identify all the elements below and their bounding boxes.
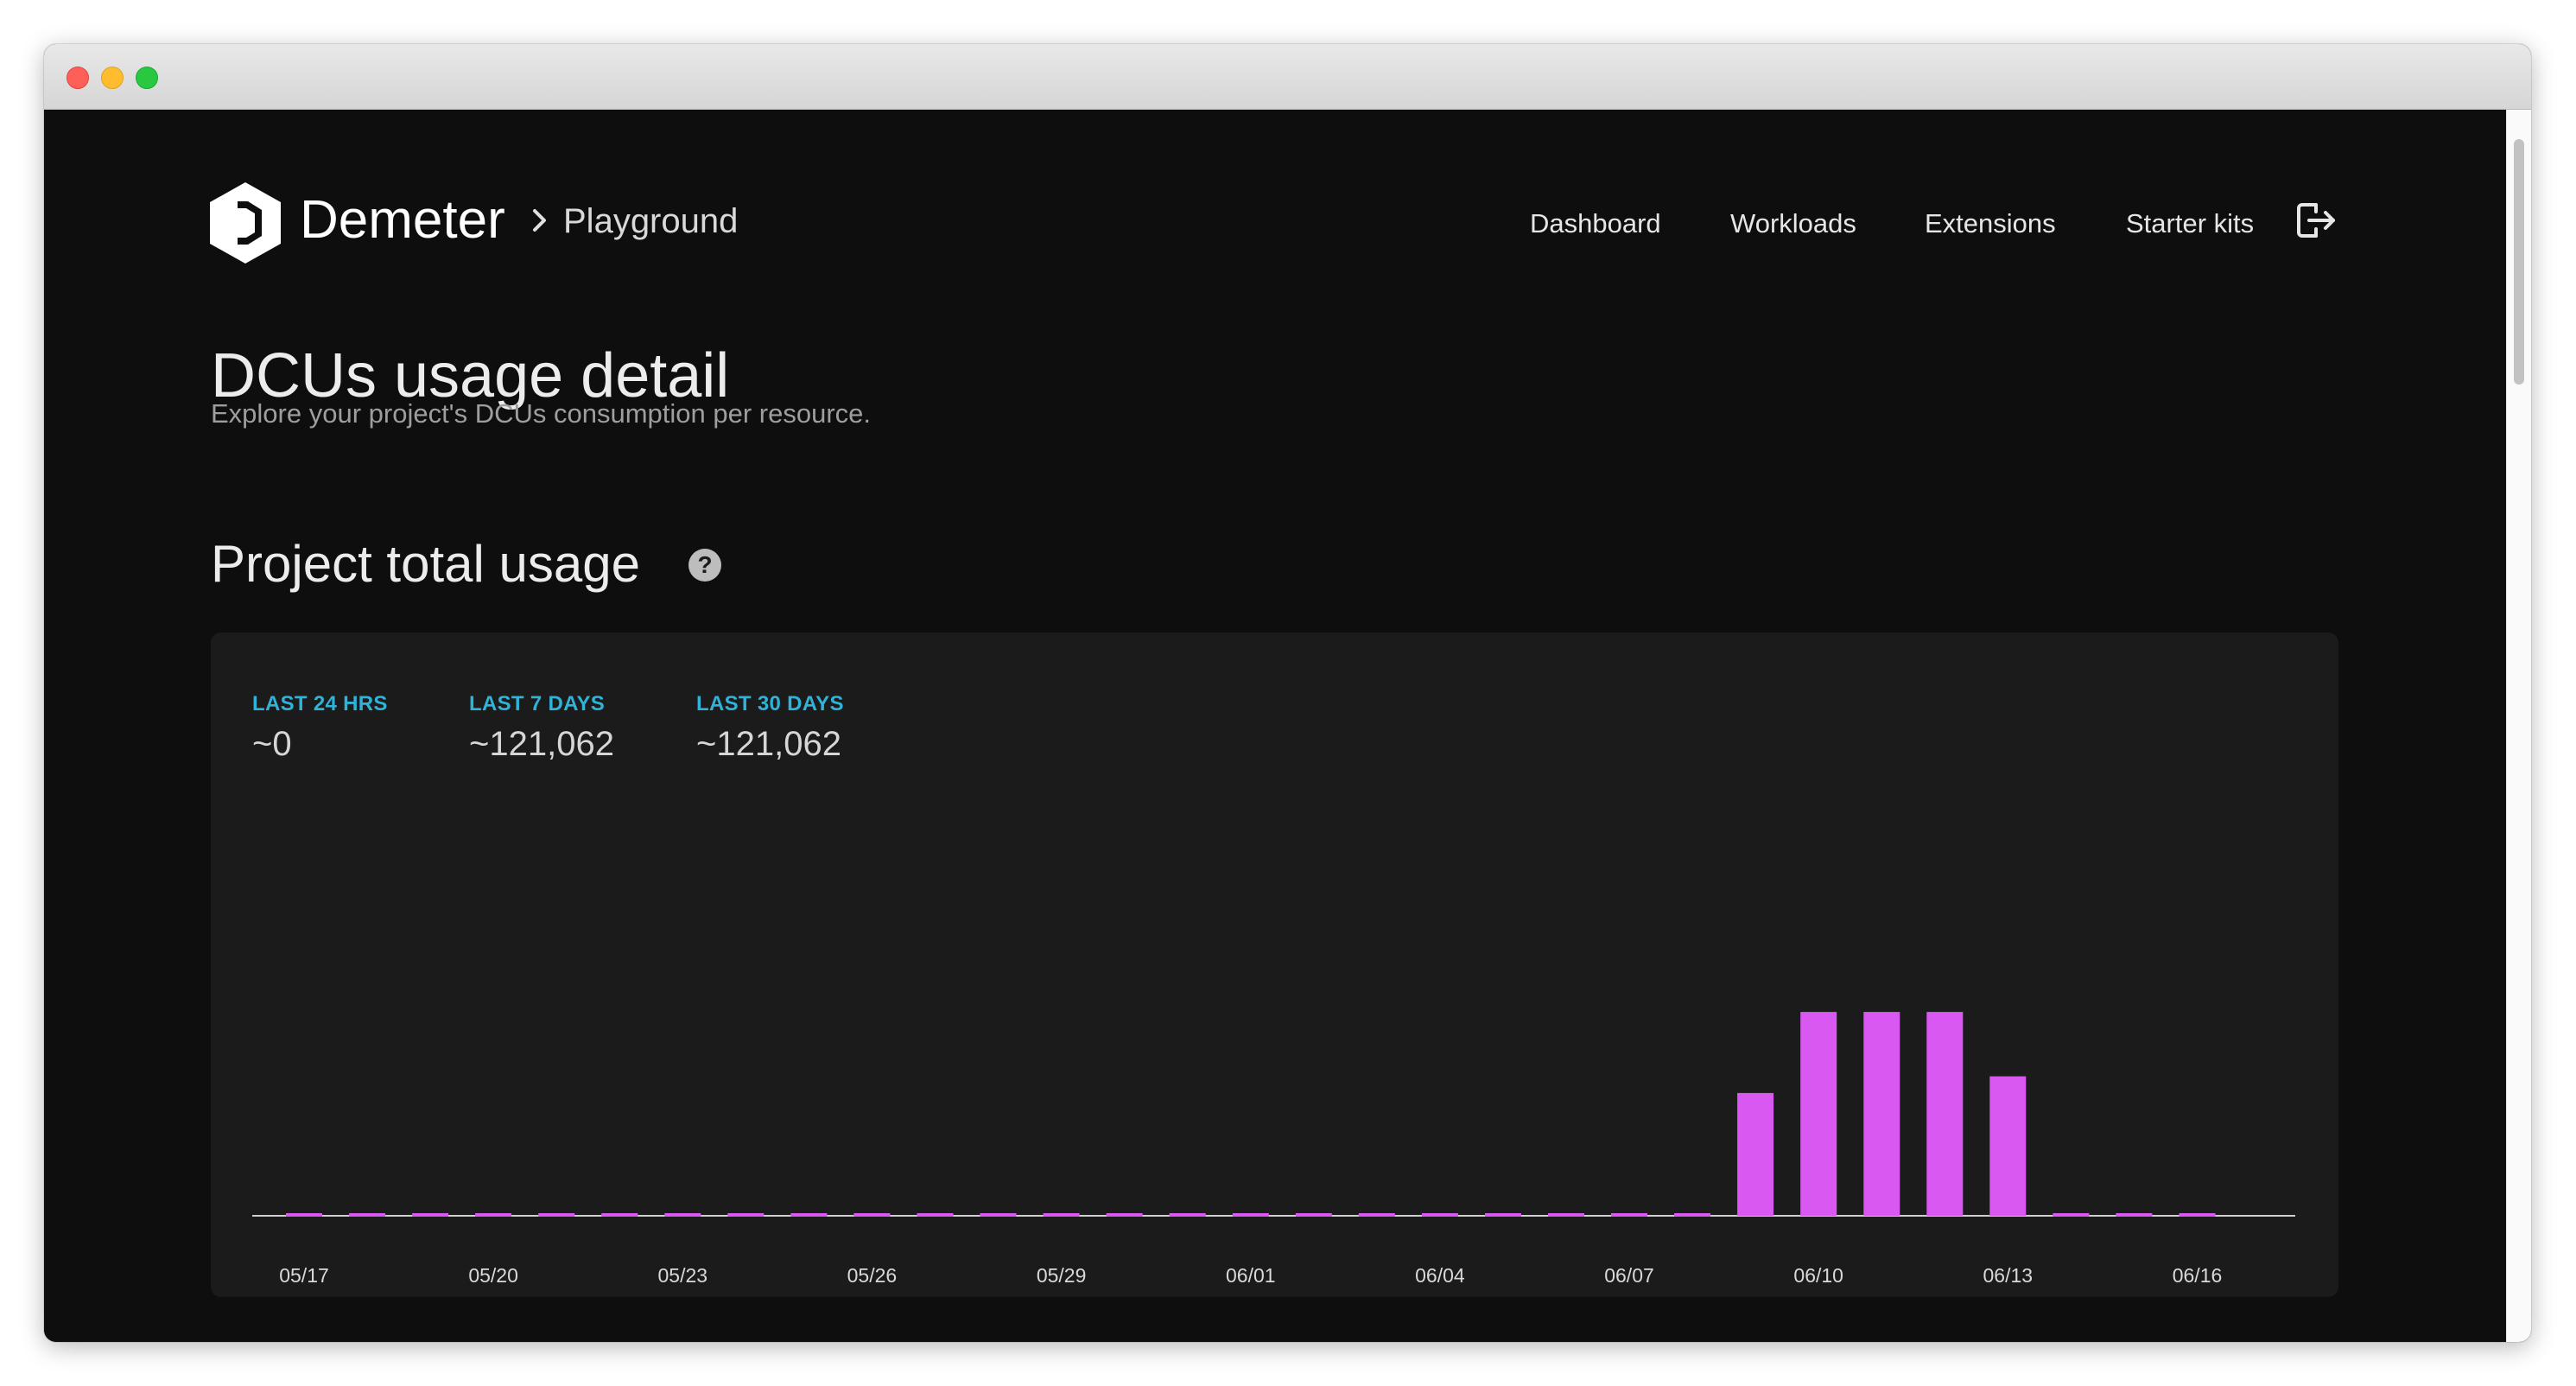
bar-06-07[interactable] [1611, 1213, 1647, 1217]
maximize-window-button[interactable] [136, 67, 158, 89]
bar-05-27[interactable] [917, 1213, 954, 1217]
bar-06-08[interactable] [1674, 1213, 1711, 1217]
x-tick-label: 05/23 [658, 1264, 708, 1287]
bar-05-29[interactable] [1043, 1213, 1080, 1217]
x-tick-label: 06/10 [1793, 1264, 1843, 1287]
bar-06-14[interactable] [2053, 1213, 2090, 1217]
close-window-button[interactable] [67, 67, 89, 89]
demeter-logo-icon[interactable] [208, 181, 282, 265]
nav-extensions[interactable]: Extensions [1925, 207, 2056, 240]
nav-dashboard[interactable]: Dashboard [1530, 207, 1661, 240]
bar-05-28[interactable] [980, 1213, 1017, 1217]
bar-06-16[interactable] [2179, 1213, 2216, 1217]
bar-06-11[interactable] [1863, 1012, 1900, 1216]
bar-06-03[interactable] [1358, 1213, 1395, 1217]
usage-bar-chart: 05/17 05/20 05/23 05/26 05/29 06/01 06/04 06/07… [252, 1012, 2295, 1287]
x-tick-label: 05/26 [847, 1264, 898, 1287]
bar-06-15[interactable] [2116, 1213, 2153, 1217]
bar-05-20[interactable] [475, 1213, 512, 1217]
bar-05-31[interactable] [1169, 1213, 1206, 1217]
x-tick-label: 06/07 [1604, 1264, 1654, 1287]
bar-06-10[interactable] [1800, 1012, 1837, 1216]
x-tick-label: 05/17 [279, 1264, 329, 1287]
bar-06-13[interactable] [1989, 1076, 2027, 1216]
usage-card: LAST 24 HRS ~0 LAST 7 DAYS ~121,062 LAST… [211, 633, 2338, 1297]
page-subtitle: Explore your project's DCUs consumption … [211, 398, 872, 429]
bar-05-24[interactable] [727, 1213, 765, 1217]
minimize-window-button[interactable] [101, 67, 124, 89]
breadcrumb-project[interactable]: Playground [563, 200, 738, 242]
bar-05-22[interactable] [601, 1213, 638, 1217]
bar-06-12[interactable] [1926, 1012, 1964, 1216]
bar-05-17[interactable] [286, 1213, 322, 1217]
question-icon[interactable]: ? [688, 549, 721, 582]
bar-06-02[interactable] [1295, 1213, 1332, 1217]
bar-06-01[interactable] [1232, 1213, 1269, 1217]
x-tick-label: 06/01 [1226, 1264, 1276, 1287]
window-titlebar [44, 44, 2531, 110]
bar-05-25[interactable] [790, 1213, 828, 1217]
bar-06-06[interactable] [1548, 1213, 1584, 1217]
section-title: Project total usage [211, 535, 640, 593]
x-tick-label: 06/13 [1983, 1264, 2034, 1287]
x-tick-label: 06/04 [1415, 1264, 1465, 1287]
x-tick-label: 05/29 [1037, 1264, 1087, 1287]
chevron-right-icon [533, 209, 546, 232]
browser-window: Demeter Playground Dashboard Workloads E… [44, 44, 2531, 1342]
bar-05-26[interactable] [853, 1213, 891, 1217]
scrollbar-thumb[interactable] [2514, 139, 2524, 385]
bar-06-09[interactable] [1737, 1092, 1774, 1216]
x-tick-label: 06/16 [2173, 1264, 2223, 1287]
vertical-scrollbar[interactable] [2506, 110, 2531, 1342]
top-nav-bar: Demeter Playground Dashboard Workloads E… [44, 110, 2507, 264]
bar-05-21[interactable] [538, 1213, 575, 1217]
logout-icon[interactable] [2290, 196, 2338, 245]
nav-workloads[interactable]: Workloads [1730, 207, 1856, 240]
bar-05-18[interactable] [349, 1213, 386, 1217]
bar-05-30[interactable] [1106, 1213, 1143, 1217]
bar-06-05[interactable] [1485, 1213, 1521, 1217]
bar-06-04[interactable] [1421, 1213, 1458, 1217]
page-content: Demeter Playground Dashboard Workloads E… [44, 110, 2507, 1342]
bar-05-23[interactable] [664, 1213, 701, 1217]
bar-05-19[interactable] [412, 1213, 449, 1217]
brand-name[interactable]: Demeter [300, 188, 505, 253]
x-tick-label: 05/20 [468, 1264, 518, 1287]
nav-starter-kits[interactable]: Starter kits [2126, 207, 2254, 240]
